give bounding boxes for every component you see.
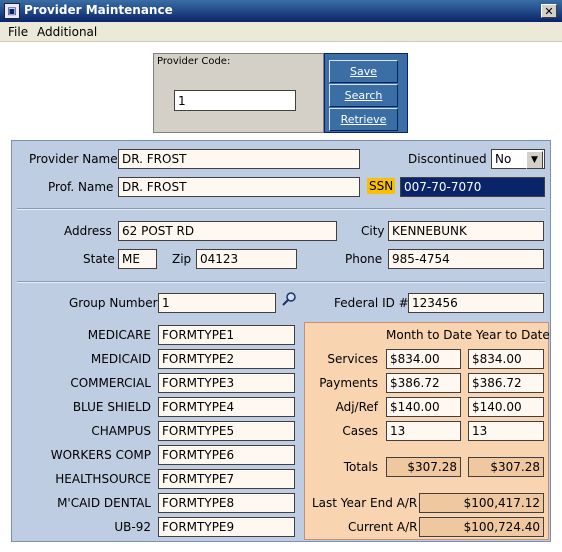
form-label-commercial: COMMERCIAL [70,376,151,390]
form-input-medicaid[interactable] [158,349,295,369]
save-button[interactable]: Save [329,60,398,83]
stat-label-cases: Cases [342,424,378,438]
search-button[interactable]: Search [329,84,398,107]
federal-id-input[interactable] [408,293,544,313]
form-label-workers-comp: WORKERS COMP [50,448,151,462]
last-year-ar-value [419,493,544,513]
form-input-healthsource[interactable] [158,469,295,489]
section-divider [17,281,545,283]
title-bar: ▣ Provider Maintenance ✕ [0,0,562,22]
adj-ref-mtd[interactable] [386,397,461,417]
provider-code-label: Provider Code: [157,56,231,67]
form-input-medicare[interactable] [158,325,295,345]
prof-name-input[interactable] [118,177,360,197]
city-input[interactable] [388,221,544,241]
zip-label: Zip [172,252,192,266]
provider-code-panel: Provider Code: [153,53,324,133]
city-label: City [361,224,385,238]
current-ar-label: Current A/R [348,520,418,534]
form-input-workers-comp[interactable] [158,445,295,465]
totals-ytd [468,457,544,477]
stat-label-adj-ref: Adj/Ref [335,400,378,414]
payments-mtd[interactable] [386,373,461,393]
zip-input[interactable] [196,249,297,269]
address-input[interactable] [118,221,337,241]
adj-ref-ytd[interactable] [468,397,544,417]
cases-ytd[interactable] [468,421,544,441]
close-button[interactable]: ✕ [541,4,557,18]
form-label-champus: CHAMPUS [91,424,151,438]
state-input[interactable] [118,249,157,269]
form-input-champus[interactable] [158,421,295,441]
ssn-label: SSN [367,178,396,194]
menu-additional[interactable]: Additional [37,25,97,39]
discontinued-select[interactable]: No ▼ [491,149,545,169]
form-input-mcaid-dental[interactable] [158,493,295,513]
chevron-down-icon[interactable]: ▼ [526,151,543,169]
form-input-blue-shield[interactable] [158,397,295,417]
current-ar-value [419,517,544,537]
form-input-ub-92[interactable] [158,517,295,537]
form-label-medicare: MEDICARE [87,328,151,342]
phone-input[interactable] [388,249,544,269]
services-mtd[interactable] [386,349,461,369]
ytd-header: Year to Date [476,328,550,342]
totals-label: Totals [343,460,378,474]
form-input-commercial[interactable] [158,373,295,393]
form-label-healthsource: HEALTHSOURCE [55,472,151,486]
discontinued-value: No [495,152,512,166]
group-number-label: Group Number [69,296,158,310]
prof-name-label: Prof. Name [48,180,114,194]
stat-label-payments: Payments [319,376,378,390]
cases-mtd[interactable] [386,421,461,441]
app-icon: ▣ [4,3,20,19]
group-number-input[interactable] [158,293,276,313]
section-divider [17,208,545,210]
services-ytd[interactable] [468,349,544,369]
menu-bar: File Additional [0,22,562,42]
action-button-panel: Save Search Retrieve [324,53,408,133]
provider-code-input[interactable] [174,90,296,111]
stat-label-services: Services [327,352,378,366]
discontinued-label: Discontinued [408,152,487,166]
address-label: Address [64,224,112,238]
retrieve-button[interactable]: Retrieve [329,108,398,131]
form-label-ub-92: UB-92 [114,520,151,534]
form-label-blue-shield: BLUE SHIELD [72,400,151,414]
ssn-input[interactable] [400,177,545,197]
search-icon[interactable] [281,291,297,307]
state-label: State [83,252,115,266]
mtd-header: Month to Date [386,328,472,342]
form-label-mcaid-dental: M'CAID DENTAL [57,496,151,510]
provider-name-input[interactable] [118,149,360,169]
provider-name-label: Provider Name [29,152,118,166]
totals-mtd [386,457,461,477]
payments-ytd[interactable] [468,373,544,393]
phone-label: Phone [345,252,383,266]
last-year-ar-label: Last Year End A/R [312,496,418,510]
federal-id-label: Federal ID # [334,296,409,310]
window-title: Provider Maintenance [24,3,173,17]
menu-file[interactable]: File [8,25,28,39]
form-label-medicaid: MEDICAID [90,352,151,366]
